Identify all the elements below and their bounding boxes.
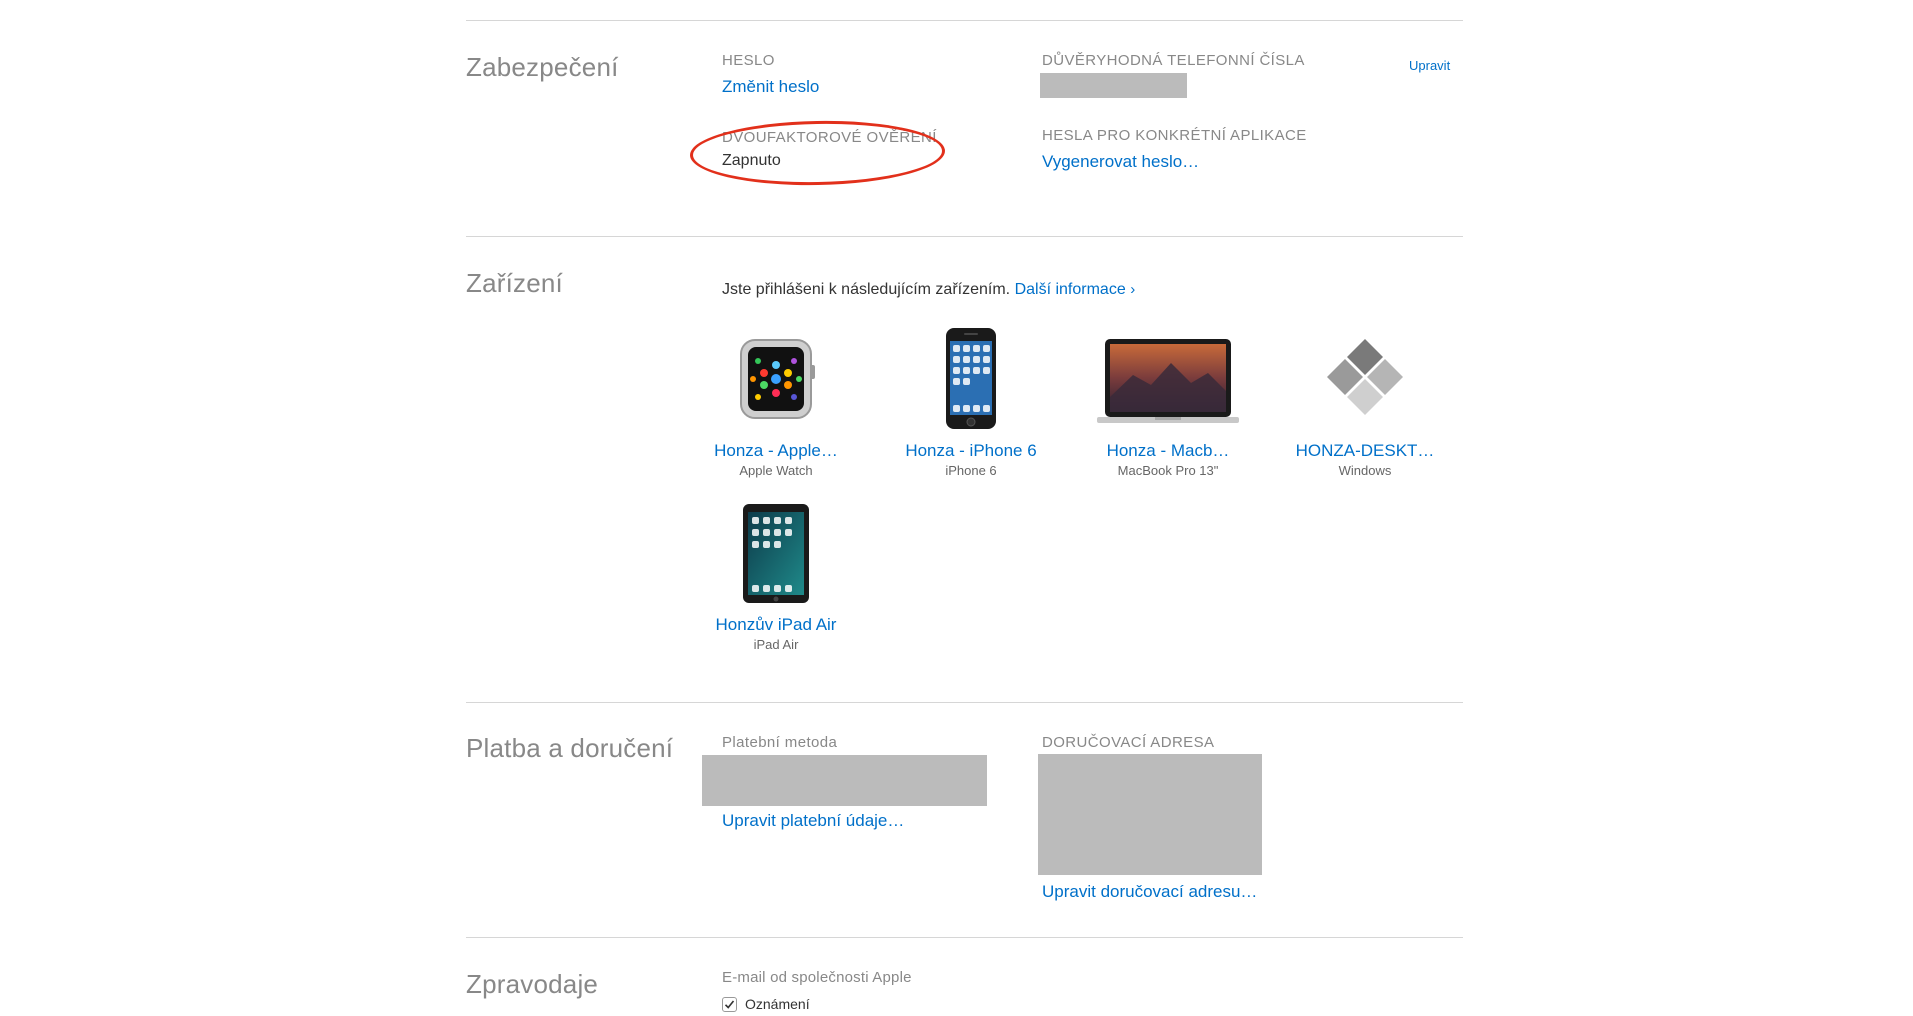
- more-info-link[interactable]: Další informace ›: [1015, 281, 1136, 298]
- newsletter-section-title: Zpravodaje: [466, 969, 599, 999]
- apple-watch-icon: [681, 325, 871, 435]
- devices-section-title: Zařízení: [466, 268, 563, 298]
- ipad-icon: [681, 499, 871, 609]
- payment-section-title: Platba a doručení: [466, 733, 674, 763]
- app-passwords-label: HESLA PRO KONKRÉTNÍ APLIKACE: [1042, 127, 1307, 144]
- divider-payment: [466, 937, 1463, 938]
- shipping-address-label: DORUČOVACÍ ADRESA: [1042, 734, 1215, 751]
- macbook-icon: [1073, 325, 1263, 435]
- chevron-right-icon: ›: [1130, 281, 1136, 298]
- devices-intro-text: Jste přihlášeni k následujícím zařízením…: [722, 281, 1011, 298]
- security-section-title: Zabezpečení: [466, 52, 619, 82]
- redacted-shipping-address: [1038, 754, 1262, 875]
- divider-devices: [466, 702, 1463, 703]
- password-label: HESLO: [722, 52, 775, 69]
- device-name: Honza - Macb…: [1106, 441, 1230, 460]
- change-password-link[interactable]: Změnit heslo: [722, 77, 819, 97]
- apple-email-label: E-mail od společnosti Apple: [722, 969, 912, 986]
- edit-payment-link[interactable]: Upravit platební údaje…: [722, 811, 904, 831]
- device-model: Apple Watch: [739, 463, 813, 478]
- device-card-apple-watch[interactable]: Honza - Apple… Apple Watch: [681, 325, 871, 478]
- announcements-checkbox[interactable]: [722, 997, 737, 1012]
- payment-method-label: Platební metoda: [722, 734, 838, 751]
- device-card-ipad[interactable]: Honzův iPad Air iPad Air: [681, 499, 871, 652]
- redacted-payment-method: [702, 755, 987, 806]
- device-model: MacBook Pro 13": [1117, 463, 1219, 478]
- redacted-phone-number: [1040, 73, 1187, 98]
- divider-security: [466, 236, 1463, 237]
- devices-intro: Jste přihlášeni k následujícím zařízením…: [722, 281, 1135, 299]
- iphone-icon: [876, 325, 1066, 435]
- device-model: iPhone 6: [945, 463, 997, 478]
- checkmark-icon: [724, 1000, 735, 1009]
- device-model: Windows: [1338, 463, 1392, 478]
- divider-top: [466, 20, 1463, 21]
- device-card-windows[interactable]: HONZA-DESKT… Windows: [1270, 325, 1460, 478]
- generate-password-link[interactable]: Vygenerovat heslo…: [1042, 152, 1199, 172]
- device-card-iphone[interactable]: Honza - iPhone 6 iPhone 6: [876, 325, 1066, 478]
- device-model: iPad Air: [753, 637, 799, 652]
- device-name: Honza - Apple…: [714, 441, 838, 460]
- device-name: Honzův iPad Air: [715, 615, 837, 634]
- edit-address-link[interactable]: Upravit doručovací adresu…: [1042, 882, 1257, 902]
- device-name: HONZA-DESKT…: [1295, 441, 1435, 460]
- edit-security-link[interactable]: Upravit: [1409, 58, 1450, 73]
- trusted-phones-label: DŮVĚRYHODNÁ TELEFONNÍ ČÍSLA: [1042, 52, 1305, 69]
- more-info-label: Další informace: [1014, 281, 1126, 298]
- device-card-macbook[interactable]: Honza - Macb… MacBook Pro 13": [1073, 325, 1263, 478]
- announcements-label: Oznámení: [745, 996, 810, 1012]
- device-name: Honza - iPhone 6: [905, 441, 1037, 460]
- windows-diamond-icon: [1270, 325, 1460, 435]
